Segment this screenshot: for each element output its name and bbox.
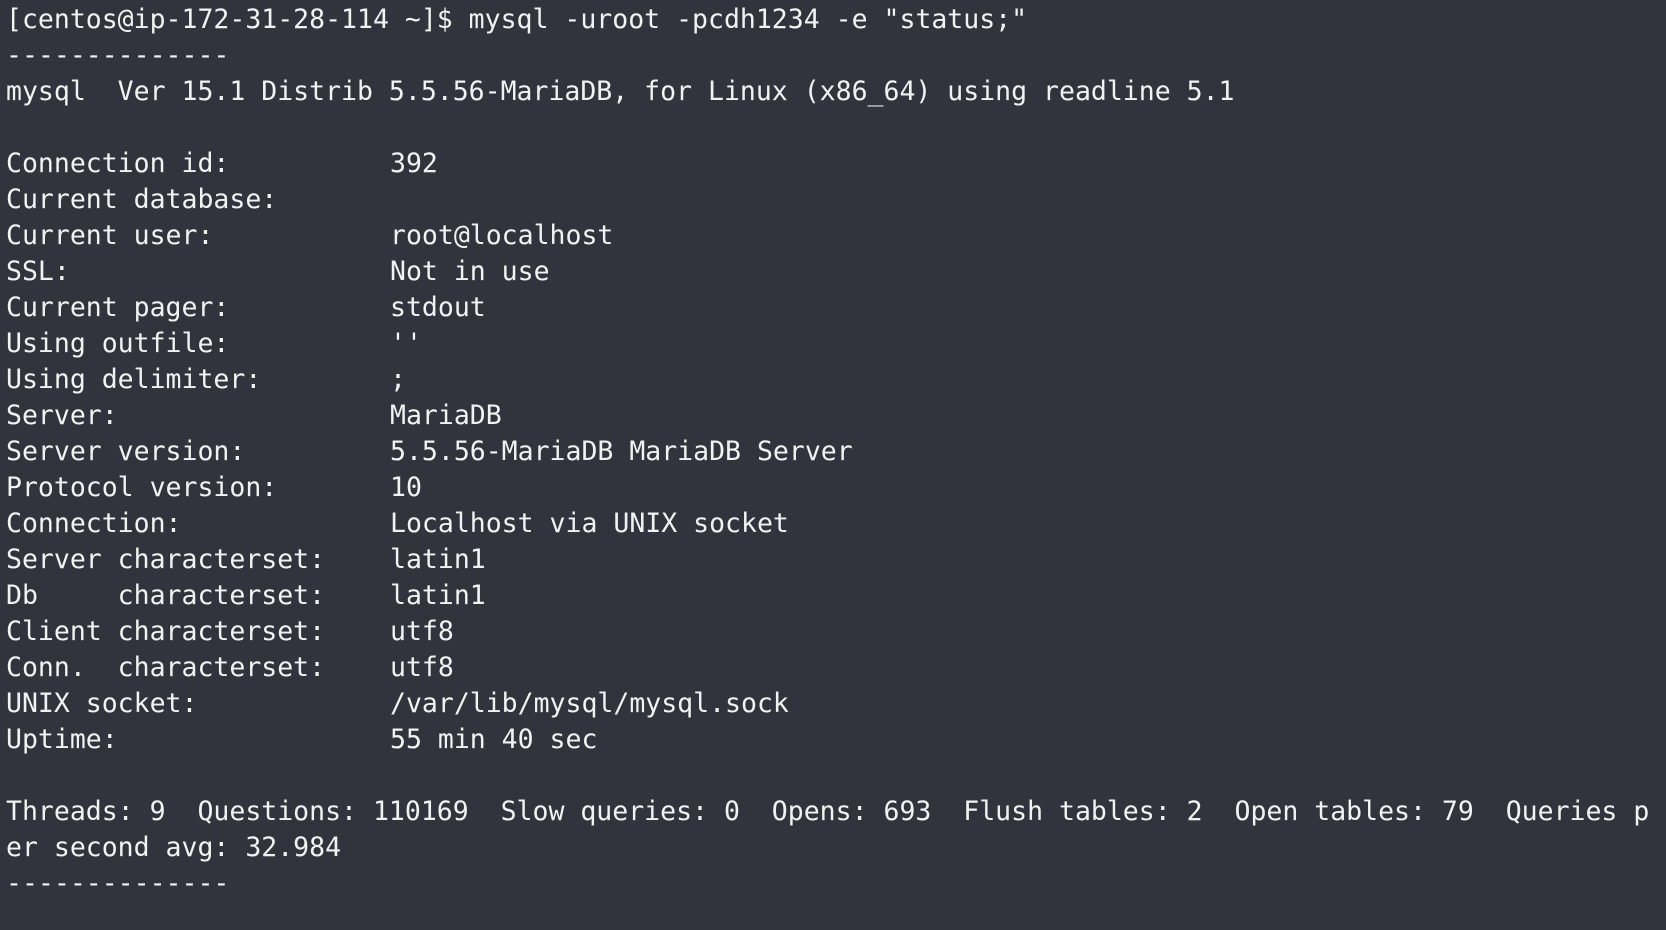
status-key: Server characterset: xyxy=(6,544,326,575)
status-value: 392 xyxy=(390,148,438,179)
status-value: utf8 xyxy=(390,616,454,647)
status-key: Connection: xyxy=(6,508,182,539)
status-key: Uptime: xyxy=(6,724,118,755)
status-value: 55 min 40 sec xyxy=(390,724,598,755)
status-value: root@localhost xyxy=(390,220,614,251)
status-value: 5.5.56-MariaDB MariaDB Server xyxy=(390,436,853,467)
stats-line-wrapped: er second avg: 32.984 xyxy=(6,832,342,863)
status-value: Not in use xyxy=(390,256,550,287)
status-value: /var/lib/mysql/mysql.sock xyxy=(390,688,789,719)
status-value: 10 xyxy=(390,472,422,503)
status-key: Current user: xyxy=(6,220,214,251)
status-row: Current pager: stdout xyxy=(6,290,1666,326)
status-row: Current user: root@localhost xyxy=(6,218,1666,254)
status-key: SSL: xyxy=(6,256,70,287)
status-key: Current database: xyxy=(6,184,278,215)
status-value: MariaDB xyxy=(390,400,502,431)
status-row: Using outfile: '' xyxy=(6,326,1666,362)
status-row: UNIX socket: /var/lib/mysql/mysql.sock xyxy=(6,686,1666,722)
terminal-window[interactable]: [centos@ip-172-31-28-114 ~]$ mysql -uroo… xyxy=(0,0,1666,930)
status-row: Server: MariaDB xyxy=(6,398,1666,434)
status-key: Db characterset: xyxy=(6,580,326,611)
status-value: latin1 xyxy=(390,580,486,611)
status-row: Server version: 5.5.56-MariaDB MariaDB S… xyxy=(6,434,1666,470)
version-line: mysql Ver 15.1 Distrib 5.5.56-MariaDB, f… xyxy=(6,76,1235,107)
status-value: Localhost via UNIX socket xyxy=(390,508,789,539)
status-row: SSL: Not in use xyxy=(6,254,1666,290)
stats-line: Threads: 9 Questions: 110169 Slow querie… xyxy=(6,796,1650,827)
status-row: Connection id: 392 xyxy=(6,146,1666,182)
status-key: Protocol version: xyxy=(6,472,278,503)
status-value: ; xyxy=(390,364,406,395)
status-key: Server version: xyxy=(6,436,246,467)
status-value: latin1 xyxy=(390,544,486,575)
status-row: Using delimiter: ; xyxy=(6,362,1666,398)
status-row: Connection: Localhost via UNIX socket xyxy=(6,506,1666,542)
status-key: Connection id: xyxy=(6,148,230,179)
status-row: Current database: xyxy=(6,182,1666,218)
status-key: Conn. characterset: xyxy=(6,652,326,683)
status-row: Db characterset: latin1 xyxy=(6,578,1666,614)
command-prompt-line: [centos@ip-172-31-28-114 ~]$ mysql -uroo… xyxy=(6,4,1028,35)
status-key: Current pager: xyxy=(6,292,230,323)
status-key: Using outfile: xyxy=(6,328,230,359)
separator-line: -------------- xyxy=(6,40,230,71)
status-value: '' xyxy=(390,328,422,359)
status-value: utf8 xyxy=(390,652,454,683)
status-row: Conn. characterset: utf8 xyxy=(6,650,1666,686)
status-row: Protocol version: 10 xyxy=(6,470,1666,506)
status-row: Uptime: 55 min 40 sec xyxy=(6,722,1666,758)
status-key: Client characterset: xyxy=(6,616,326,647)
separator-line: -------------- xyxy=(6,868,230,899)
status-key: Server: xyxy=(6,400,118,431)
status-key: Using delimiter: xyxy=(6,364,262,395)
status-row: Server characterset: latin1 xyxy=(6,542,1666,578)
status-value: stdout xyxy=(390,292,486,323)
status-row: Client characterset: utf8 xyxy=(6,614,1666,650)
status-key: UNIX socket: xyxy=(6,688,198,719)
